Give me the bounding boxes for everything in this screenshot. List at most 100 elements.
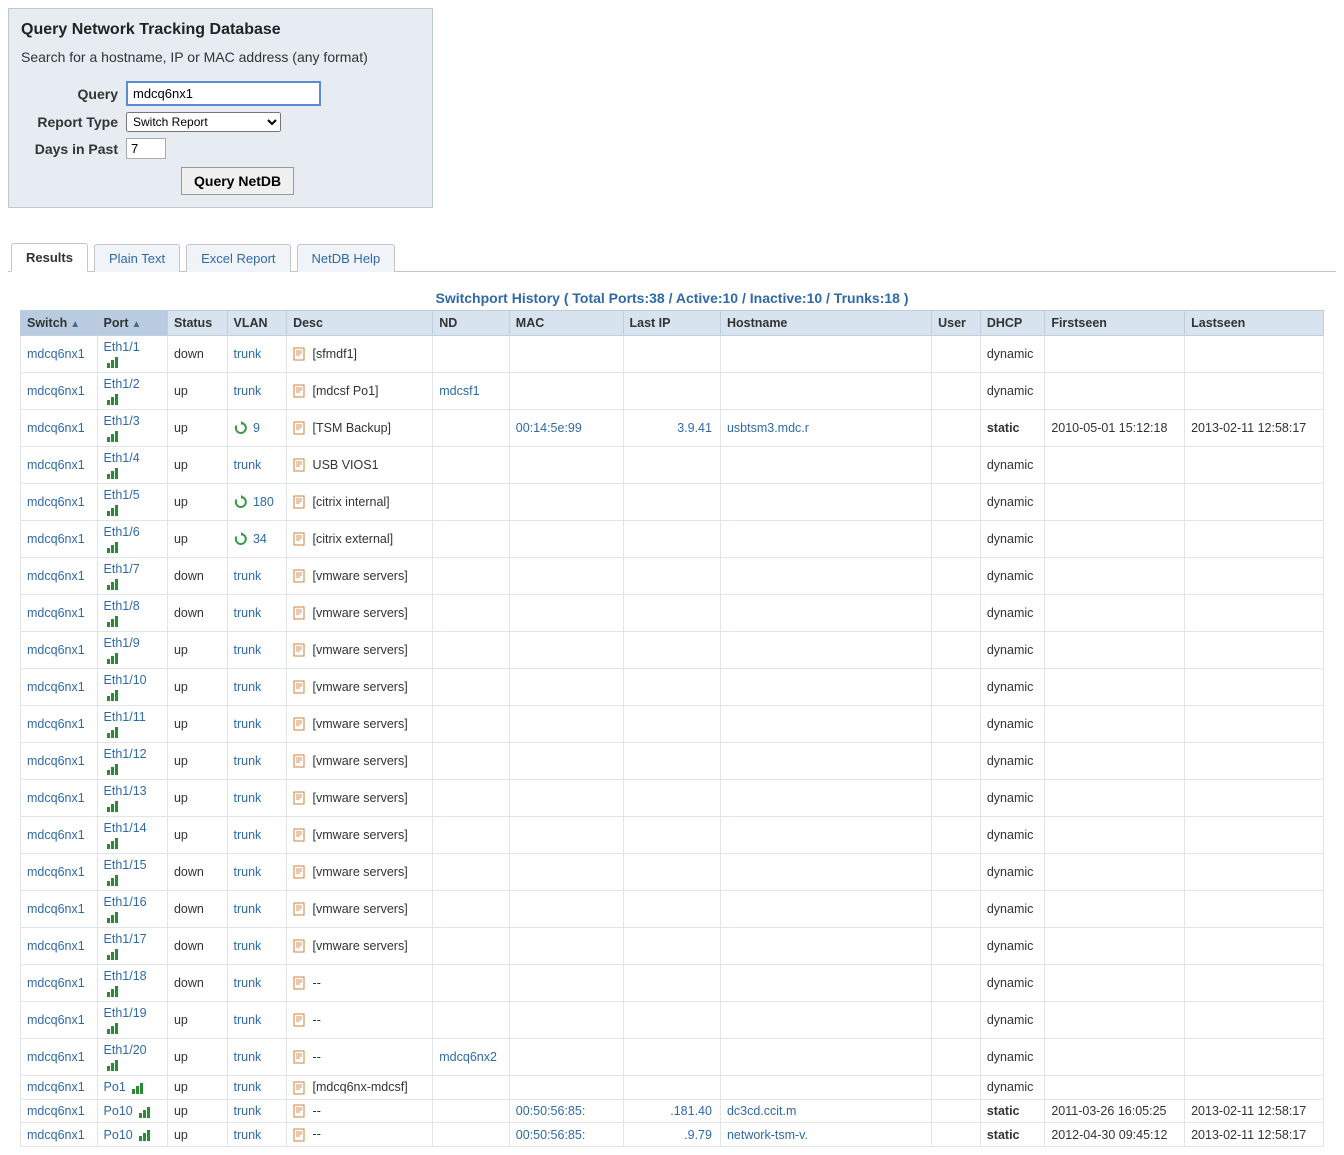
document-icon[interactable]: [293, 458, 305, 472]
document-icon[interactable]: [293, 717, 305, 731]
document-icon[interactable]: [293, 1081, 305, 1095]
cell-vlan[interactable]: trunk: [227, 1002, 287, 1039]
chart-icon[interactable]: [106, 1022, 122, 1034]
cell-switch[interactable]: mdcq6nx1: [21, 447, 98, 484]
cell-switch[interactable]: mdcq6nx1: [21, 928, 98, 965]
chart-icon[interactable]: [106, 504, 122, 516]
col-header-port[interactable]: Port▲: [97, 311, 167, 336]
cell-hostname[interactable]: usbtsm3.mdc.r: [720, 410, 931, 447]
cell-vlan[interactable]: trunk: [227, 706, 287, 743]
cell-switch[interactable]: mdcq6nx1: [21, 336, 98, 373]
cell-switch[interactable]: mdcq6nx1: [21, 1099, 98, 1123]
cell-last-ip[interactable]: .181.40: [623, 1099, 720, 1123]
chart-icon[interactable]: [106, 874, 122, 886]
cell-desc[interactable]: --: [287, 1099, 433, 1123]
document-icon[interactable]: [293, 1013, 305, 1027]
query-netdb-button[interactable]: Query NetDB: [181, 167, 294, 195]
cell-vlan[interactable]: trunk: [227, 373, 287, 410]
cell-port[interactable]: Eth1/7: [97, 558, 167, 595]
document-icon[interactable]: [293, 754, 305, 768]
chart-icon[interactable]: [106, 393, 122, 405]
cell-vlan[interactable]: 180: [227, 484, 287, 521]
col-header-status[interactable]: Status: [167, 311, 227, 336]
chart-icon[interactable]: [106, 689, 122, 701]
cell-port[interactable]: Eth1/5: [97, 484, 167, 521]
cell-port[interactable]: Eth1/19: [97, 1002, 167, 1039]
cell-hostname[interactable]: network-tsm-v.: [720, 1123, 931, 1147]
document-icon[interactable]: [293, 976, 305, 990]
document-icon[interactable]: [293, 384, 305, 398]
cell-port[interactable]: Eth1/4: [97, 447, 167, 484]
cell-switch[interactable]: mdcq6nx1: [21, 669, 98, 706]
cell-port[interactable]: Eth1/2: [97, 373, 167, 410]
cell-switch[interactable]: mdcq6nx1: [21, 1076, 98, 1100]
document-icon[interactable]: [293, 1104, 305, 1118]
cell-port[interactable]: Po1: [97, 1076, 167, 1100]
report-type-select[interactable]: Switch Report: [126, 112, 281, 132]
cell-nd[interactable]: mdcq6nx2: [433, 1039, 510, 1076]
cell-port[interactable]: Eth1/1: [97, 336, 167, 373]
cell-last-ip[interactable]: 3.9.41: [623, 410, 720, 447]
col-header-switch[interactable]: Switch▲: [21, 311, 98, 336]
document-icon[interactable]: [293, 495, 305, 509]
cell-switch[interactable]: mdcq6nx1: [21, 1039, 98, 1076]
chart-icon[interactable]: [106, 615, 122, 627]
cell-switch[interactable]: mdcq6nx1: [21, 484, 98, 521]
cell-switch[interactable]: mdcq6nx1: [21, 780, 98, 817]
document-icon[interactable]: [293, 1050, 305, 1064]
col-header-vlan[interactable]: VLAN: [227, 311, 287, 336]
cell-vlan[interactable]: trunk: [227, 447, 287, 484]
cell-vlan[interactable]: trunk: [227, 817, 287, 854]
document-icon[interactable]: [293, 606, 305, 620]
cell-desc[interactable]: --: [287, 965, 433, 1002]
document-icon[interactable]: [293, 421, 305, 435]
col-header-dhcp[interactable]: DHCP: [980, 311, 1044, 336]
chart-icon[interactable]: [106, 800, 122, 812]
chart-icon[interactable]: [106, 541, 122, 553]
cell-vlan[interactable]: trunk: [227, 595, 287, 632]
document-icon[interactable]: [293, 347, 305, 361]
cell-vlan[interactable]: trunk: [227, 1039, 287, 1076]
cell-nd[interactable]: mdcsf1: [433, 373, 510, 410]
cell-switch[interactable]: mdcq6nx1: [21, 1123, 98, 1147]
cell-switch[interactable]: mdcq6nx1: [21, 558, 98, 595]
cell-switch[interactable]: mdcq6nx1: [21, 632, 98, 669]
chart-icon[interactable]: [106, 763, 122, 775]
tab-netdb-help[interactable]: NetDB Help: [297, 244, 396, 272]
col-header-last-ip[interactable]: Last IP: [623, 311, 720, 336]
col-header-desc[interactable]: Desc: [287, 311, 433, 336]
cell-desc[interactable]: [vmware servers]: [287, 706, 433, 743]
cell-desc[interactable]: USB VIOS1: [287, 447, 433, 484]
cell-desc[interactable]: [vmware servers]: [287, 817, 433, 854]
cell-desc[interactable]: --: [287, 1002, 433, 1039]
chart-icon[interactable]: [138, 1106, 154, 1118]
cell-desc[interactable]: [vmware servers]: [287, 854, 433, 891]
tab-excel-report[interactable]: Excel Report: [186, 244, 290, 272]
cell-switch[interactable]: mdcq6nx1: [21, 595, 98, 632]
days-input[interactable]: [126, 138, 166, 159]
cell-port[interactable]: Eth1/10: [97, 669, 167, 706]
cell-vlan[interactable]: trunk: [227, 1123, 287, 1147]
cell-port[interactable]: Eth1/12: [97, 743, 167, 780]
document-icon[interactable]: [293, 1128, 305, 1142]
cell-desc[interactable]: [sfmdf1]: [287, 336, 433, 373]
cell-vlan[interactable]: trunk: [227, 743, 287, 780]
cell-vlan[interactable]: trunk: [227, 891, 287, 928]
cell-desc[interactable]: [vmware servers]: [287, 743, 433, 780]
cell-vlan[interactable]: trunk: [227, 1099, 287, 1123]
cell-port[interactable]: Po10: [97, 1123, 167, 1147]
cell-desc[interactable]: [vmware servers]: [287, 595, 433, 632]
refresh-icon[interactable]: [234, 495, 248, 509]
tab-plain-text[interactable]: Plain Text: [94, 244, 180, 272]
cell-vlan[interactable]: trunk: [227, 780, 287, 817]
chart-icon[interactable]: [106, 430, 122, 442]
cell-vlan[interactable]: trunk: [227, 928, 287, 965]
cell-vlan[interactable]: 34: [227, 521, 287, 558]
col-header-user[interactable]: User: [932, 311, 981, 336]
refresh-icon[interactable]: [234, 532, 248, 546]
cell-desc[interactable]: [citrix internal]: [287, 484, 433, 521]
cell-port[interactable]: Eth1/13: [97, 780, 167, 817]
cell-desc[interactable]: [mdcsf Po1]: [287, 373, 433, 410]
cell-vlan[interactable]: trunk: [227, 336, 287, 373]
tab-results[interactable]: Results: [11, 243, 88, 272]
